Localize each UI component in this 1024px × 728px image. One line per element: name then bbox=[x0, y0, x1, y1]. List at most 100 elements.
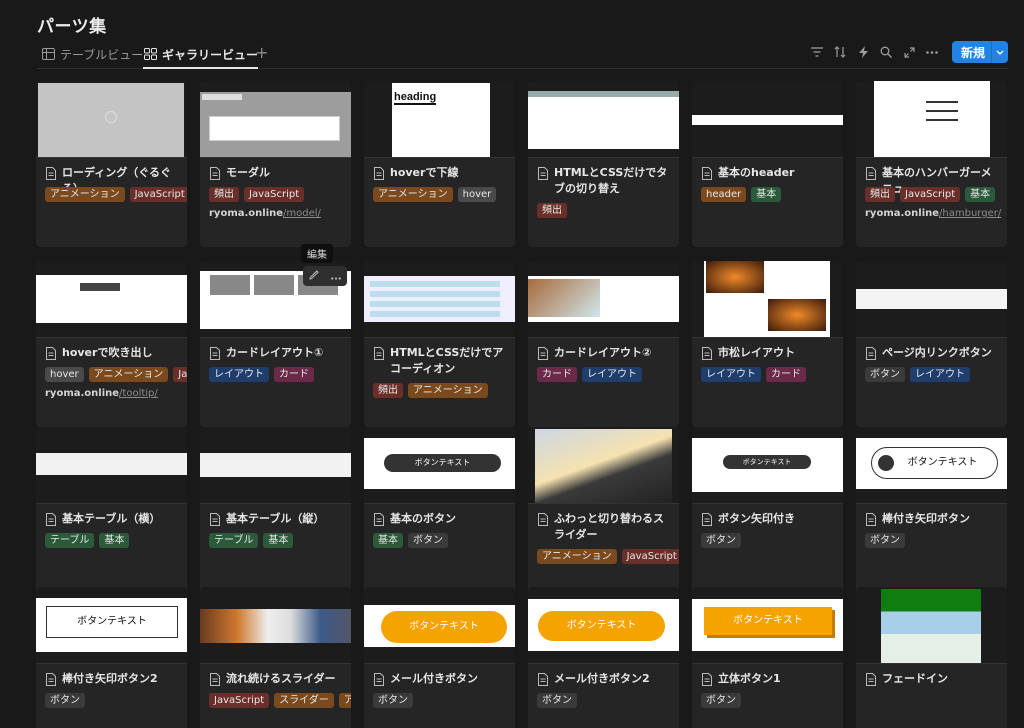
tag: スライダー bbox=[274, 693, 334, 708]
page-icon bbox=[538, 673, 548, 686]
card-title: 基本のheader bbox=[701, 165, 837, 181]
sort-icon[interactable] bbox=[831, 41, 850, 63]
card-tags: ボタン bbox=[373, 693, 413, 708]
tag: アニメーション bbox=[45, 187, 125, 202]
url-path[interactable]: /hamburger/ bbox=[939, 208, 1001, 219]
page-icon bbox=[866, 673, 876, 686]
tag: ボタン bbox=[865, 367, 905, 382]
gallery-icon bbox=[143, 47, 157, 61]
gallery-card[interactable]: ボタンテキスト 立体ボタン1 ボタン bbox=[692, 587, 843, 728]
card-tags: レイアウト カード bbox=[209, 367, 314, 382]
url-domain: ryoma.online bbox=[865, 208, 940, 219]
card-title: ボタン矢印付き bbox=[701, 511, 837, 527]
gallery-card[interactable]: 基本のハンバーガーメニュー 頻出 JavaScript 基本 ryoma.online/… bbox=[856, 81, 1007, 247]
tag: JavaScript bbox=[129, 187, 187, 202]
card-tags: 頻出 JavaScript 基本 bbox=[865, 187, 996, 202]
gallery-card[interactable]: 基本テーブル（横） テーブル 基本 bbox=[36, 427, 187, 593]
card-title: モーダル bbox=[209, 165, 345, 181]
card-preview-image bbox=[692, 81, 843, 158]
gallery-card[interactable]: カードレイアウト② カード レイアウト bbox=[528, 261, 679, 427]
card-title: 基本テーブル（横） bbox=[45, 511, 181, 527]
card-tags: テーブル 基本 bbox=[45, 533, 130, 548]
card-tags: ボタン bbox=[537, 693, 577, 708]
card-url[interactable]: ryoma.online/hamburger/ bbox=[865, 208, 1001, 219]
url-path[interactable]: /tooltip/ bbox=[119, 388, 158, 399]
gallery-card[interactable]: 市松レイアウト レイアウト カード bbox=[692, 261, 843, 427]
card-tags: アニメーション hover bbox=[373, 187, 497, 202]
add-view-button[interactable]: + bbox=[255, 43, 268, 62]
card-tags: レイアウト カード bbox=[701, 367, 806, 382]
gallery-card[interactable]: 流れ続けるスライダー JavaScript スライダーアニメーション bbox=[200, 587, 351, 728]
gallery-card[interactable]: heading hoverで下線 アニメーション hover bbox=[364, 81, 515, 247]
edit-icon[interactable] bbox=[309, 269, 319, 283]
card-preview-image bbox=[36, 427, 187, 504]
card-preview-image: ボタンテキスト bbox=[36, 587, 187, 664]
new-button-label[interactable]: 新規 bbox=[952, 41, 991, 63]
gallery-card[interactable]: ボタンテキスト 基本のボタン 基本 ボタン bbox=[364, 427, 515, 593]
page-icon bbox=[46, 513, 56, 526]
gallery-card[interactable]: ボタンテキスト メール付きボタン2 ボタン bbox=[528, 587, 679, 728]
card-url[interactable]: ryoma.online/tooltip/ bbox=[45, 388, 158, 399]
gallery-card[interactable]: ふわっと切り替わるスライダーアニメーションJavaScriptスライダー bbox=[528, 427, 679, 593]
card-title-text: 基本テーブル（縦） bbox=[226, 512, 325, 525]
card-title: ページ内リンクボタン bbox=[865, 345, 1001, 361]
card-url[interactable]: ryoma.online/model/ bbox=[209, 208, 321, 219]
page-icon bbox=[374, 167, 384, 180]
search-icon[interactable] bbox=[877, 41, 896, 63]
card-title: カードレイアウト② bbox=[537, 345, 673, 361]
gallery-card[interactable]: 基本テーブル（縦） テーブル 基本 bbox=[200, 427, 351, 593]
more-icon[interactable] bbox=[923, 41, 942, 63]
new-button[interactable]: 新規 bbox=[951, 41, 1008, 63]
page-icon bbox=[46, 167, 56, 180]
tag: ボタン bbox=[865, 533, 905, 548]
gallery-card[interactable]: HTMLとCSSだけでアコーディオン 頻出 アニメーション bbox=[364, 261, 515, 427]
card-title-text: hoverで下線 bbox=[390, 166, 459, 179]
tag: アニメーション bbox=[88, 367, 169, 382]
gallery-card[interactable]: hoverで吹き出し hover アニメーション JavaScript ryoma.on… bbox=[36, 261, 187, 427]
tab-table-view[interactable]: テーブルビュー bbox=[41, 40, 143, 68]
url-domain: ryoma.online bbox=[209, 208, 284, 219]
card-preview-image bbox=[856, 81, 1007, 158]
card-preview-image: ボタンテキスト bbox=[364, 427, 515, 504]
automation-icon[interactable] bbox=[854, 41, 873, 63]
page-icon bbox=[866, 347, 876, 360]
card-title-text: メール付きボタン2 bbox=[554, 672, 650, 685]
gallery-card[interactable]: モーダル 頻出 JavaScript ryoma.online/model/ bbox=[200, 81, 351, 247]
gallery-card[interactable]: ローディング（ぐるぐる）アニメーションJavaScript bbox=[36, 81, 187, 247]
gallery-card[interactable]: ページ内リンクボタン ボタン レイアウト bbox=[856, 261, 1007, 427]
card-title-text: 棒付き矢印ボタン bbox=[882, 512, 970, 525]
url-path[interactable]: /model/ bbox=[283, 208, 321, 219]
page-icon bbox=[210, 673, 220, 686]
filter-icon[interactable] bbox=[808, 41, 827, 63]
button-preview-text: ボタンテキスト bbox=[723, 455, 811, 469]
gallery-card[interactable]: ボタンテキスト メール付きボタン ボタン bbox=[364, 587, 515, 728]
card-preview-image bbox=[200, 427, 351, 504]
page-icon bbox=[702, 513, 712, 526]
tag: JavaScript bbox=[621, 549, 679, 564]
card-title: フェードイン bbox=[865, 671, 1001, 687]
card-preview-image: ボタンテキスト bbox=[692, 587, 843, 664]
page-title: パーツ集 bbox=[37, 17, 107, 37]
tag: 頻出 bbox=[209, 187, 239, 202]
chevron-down-icon[interactable] bbox=[991, 41, 1008, 63]
gallery-card[interactable]: ボタンテキスト ボタン矢印付き ボタン bbox=[692, 427, 843, 593]
card-preview-image bbox=[364, 261, 515, 338]
tag: レイアウト bbox=[209, 367, 269, 382]
gallery-card[interactable]: ボタンテキスト 棒付き矢印ボタン ボタン bbox=[856, 427, 1007, 593]
tag: アニメーション bbox=[537, 549, 617, 564]
card-tags: 頻出 アニメーション bbox=[373, 383, 488, 398]
card-preview-image bbox=[200, 587, 351, 664]
tag: アニメーション bbox=[373, 187, 453, 202]
more-icon[interactable] bbox=[331, 270, 341, 283]
tab-gallery-view[interactable]: ギャラリービュー bbox=[143, 40, 259, 69]
gallery-card[interactable]: 基本のheader header 基本 bbox=[692, 81, 843, 247]
card-preview-image bbox=[36, 81, 187, 158]
gallery-card[interactable]: ボタンテキスト 棒付き矢印ボタン2 ボタン bbox=[36, 587, 187, 728]
expand-icon[interactable] bbox=[900, 41, 919, 63]
card-title-text: 棒付き矢印ボタン2 bbox=[62, 672, 158, 685]
gallery-card[interactable]: フェードイン bbox=[856, 587, 1007, 728]
card-tags: ボタン bbox=[865, 533, 905, 548]
card-tags: ボタン bbox=[701, 693, 741, 708]
gallery-card[interactable]: HTMLとCSSだけでタブの切り替え 頻出 bbox=[528, 81, 679, 247]
card-tags: アニメーションJavaScriptスライダー bbox=[537, 549, 679, 564]
